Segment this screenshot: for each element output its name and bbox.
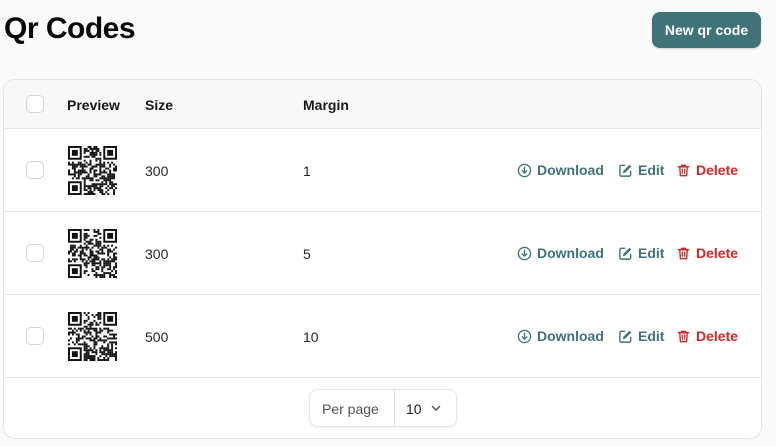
column-header-preview: Preview [67,97,120,113]
download-label: Download [537,162,604,178]
edit-button[interactable]: Edit [618,328,664,344]
delete-button[interactable]: Delete [676,162,738,178]
column-header-size: Size [145,97,174,113]
delete-label: Delete [696,162,739,178]
delete-button[interactable]: Delete [676,245,738,261]
table-row: 300 5 Download Edit Delete [4,212,761,295]
download-icon [517,246,532,260]
download-icon [517,163,532,177]
edit-label: Edit [638,245,665,261]
margin-cell: 5 [303,246,311,262]
edit-icon [619,330,632,343]
size-cell: 500 [145,329,169,345]
download-button[interactable]: Download [517,328,604,344]
page-title: Qr Codes [4,12,136,45]
margin-cell: 10 [303,329,319,345]
edit-button[interactable]: Edit [618,162,664,178]
margin-cell: 1 [303,163,311,179]
delete-label: Delete [696,328,739,344]
trash-icon [677,247,690,259]
qr-codes-table: Preview Size Margin 300 1 Download Edit … [3,79,762,439]
table-row: 500 10 Download Edit Delete [4,295,761,378]
table-header: Preview Size Margin [4,80,761,129]
edit-button[interactable]: Edit [618,245,664,261]
edit-label: Edit [638,328,665,344]
delete-button[interactable]: Delete [676,328,738,344]
per-page-value: 10 [406,401,422,417]
column-header-margin: Margin [303,97,349,113]
edit-label: Edit [638,162,665,178]
delete-label: Delete [696,245,739,261]
download-button[interactable]: Download [517,162,604,178]
row-checkbox[interactable] [26,244,44,262]
download-label: Download [537,328,604,344]
row-checkbox[interactable] [26,327,44,345]
size-cell: 300 [145,163,169,179]
size-cell: 300 [145,246,169,262]
table-row: 300 1 Download Edit Delete [4,129,761,212]
chevron-down-icon [431,405,441,411]
download-icon [517,329,532,343]
trash-icon [677,330,690,342]
per-page-label: Per page [322,401,379,417]
new-qr-code-button[interactable]: New qr code [652,12,761,48]
trash-icon [677,164,690,176]
download-button[interactable]: Download [517,245,604,261]
select-all-checkbox[interactable] [26,95,44,113]
qr-code-icon [68,312,117,361]
pager-divider [394,390,395,426]
edit-icon [619,247,632,260]
qr-code-icon [68,229,117,278]
download-label: Download [537,245,604,261]
qr-code-icon [68,146,117,195]
per-page-select[interactable]: Per page 10 [309,389,457,427]
row-checkbox[interactable] [26,161,44,179]
edit-icon [619,164,632,177]
